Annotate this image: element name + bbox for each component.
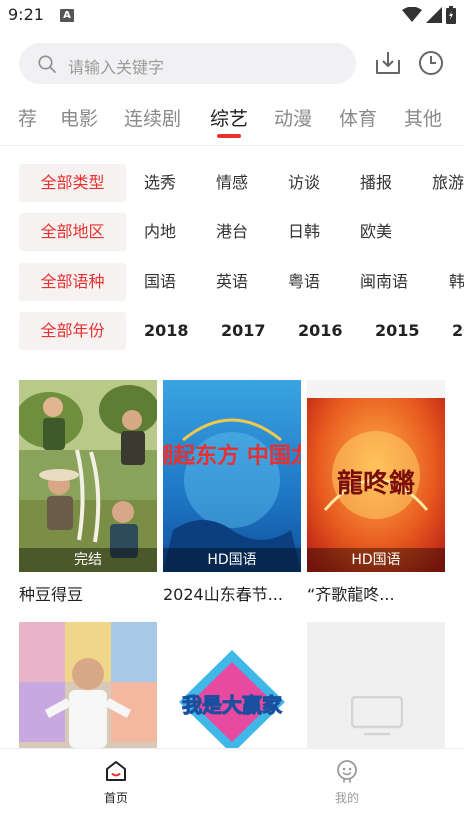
- filter-option[interactable]: 英语: [216, 263, 248, 301]
- video-poster[interactable]: 我是大赢家: [163, 622, 301, 748]
- signal-icon: [426, 7, 442, 23]
- filter-option[interactable]: 欧美: [360, 213, 392, 251]
- filter-option[interactable]: 旅游: [432, 164, 464, 202]
- filter-label-language[interactable]: 全部语种: [19, 263, 126, 301]
- nav-label: 我的: [334, 791, 359, 805]
- poster-text: 我是大赢家: [182, 693, 283, 717]
- filter-option[interactable]: 选秀: [144, 164, 176, 202]
- divider: [0, 145, 464, 146]
- tab-series[interactable]: 连续剧: [124, 104, 181, 131]
- filter-label-region[interactable]: 全部地区: [19, 213, 126, 251]
- filter-option[interactable]: 韩: [449, 263, 464, 301]
- poster-image: [19, 380, 157, 572]
- filter-label-year[interactable]: 全部年份: [19, 312, 126, 350]
- video-poster[interactable]: [19, 622, 157, 748]
- filter-option[interactable]: 国语: [144, 263, 176, 301]
- video-card-placeholder[interactable]: [307, 622, 445, 748]
- video-poster[interactable]: 潮起东方 中国龙 HD国语: [163, 380, 301, 572]
- filter-option[interactable]: 20: [452, 312, 464, 350]
- nav-home[interactable]: 首页: [76, 749, 156, 824]
- filter-row-language: 全部语种 国语 英语 粤语 闽南语 韩: [0, 263, 464, 301]
- video-card[interactable]: 潮起东方 中国龙 HD国语 2024山东春节...: [163, 380, 301, 610]
- video-card[interactable]: 完结 种豆得豆: [19, 380, 157, 610]
- tab-movie[interactable]: 电影: [60, 104, 98, 131]
- tab-other[interactable]: 其他: [404, 104, 442, 131]
- video-poster[interactable]: 龍咚鏘 HD国语: [307, 380, 445, 572]
- search-placeholder: 请输入关键字: [68, 58, 165, 77]
- filter-option[interactable]: 粤语: [288, 263, 320, 301]
- filter-option[interactable]: 情感: [216, 164, 248, 202]
- notification-icon: A: [60, 9, 74, 22]
- search-input[interactable]: 请输入关键字: [19, 43, 356, 84]
- filter-option[interactable]: 闽南语: [360, 263, 408, 301]
- video-card[interactable]: 龍咚鏘 HD国语 “齐歌龍咚...: [307, 380, 445, 610]
- nav-profile[interactable]: 我的: [307, 749, 387, 824]
- video-title[interactable]: 2024山东春节...: [163, 581, 301, 605]
- filter-option[interactable]: 访谈: [288, 164, 320, 202]
- filter-option[interactable]: 2017: [221, 312, 266, 350]
- active-tab-indicator: [217, 134, 241, 138]
- poster-image: 龍咚鏘: [307, 380, 445, 572]
- history-icon[interactable]: [417, 49, 445, 77]
- filter-row-type: 全部类型 选秀 情感 访谈 播报 旅游: [0, 164, 464, 202]
- download-icon[interactable]: [374, 49, 402, 77]
- filter-option[interactable]: 内地: [144, 213, 176, 251]
- filter-option[interactable]: 日韩: [288, 213, 320, 251]
- video-tag: HD国语: [307, 548, 445, 572]
- status-time: 9:21: [8, 5, 44, 24]
- status-icons: [402, 6, 456, 24]
- wifi-icon: [402, 7, 422, 22]
- filter-option[interactable]: 2015: [375, 312, 420, 350]
- poster-text: 潮起东方 中国龙: [163, 443, 301, 469]
- filter-option[interactable]: 播报: [360, 164, 392, 202]
- poster-text: 龍咚鏘: [337, 468, 415, 499]
- tv-icon: [351, 696, 403, 736]
- filter-option[interactable]: 2018: [144, 312, 189, 350]
- filter-option[interactable]: 港台: [216, 213, 248, 251]
- placeholder-poster: [307, 622, 445, 748]
- video-card[interactable]: [19, 622, 157, 748]
- nav-label: 首页: [103, 791, 128, 805]
- video-tag: 完结: [19, 548, 157, 572]
- battery-icon: [446, 6, 456, 24]
- tab-variety[interactable]: 综艺: [210, 104, 248, 131]
- poster-image: 我是大赢家: [163, 622, 301, 748]
- video-card[interactable]: 我是大赢家: [163, 622, 301, 748]
- filter-option[interactable]: 2016: [298, 312, 343, 350]
- filter-row-year: 全部年份 2018 2017 2016 2015 20: [0, 312, 464, 350]
- profile-icon: [337, 760, 357, 783]
- poster-image: [19, 622, 157, 748]
- tab-recommend[interactable]: 荐: [18, 104, 37, 131]
- filter-label-type[interactable]: 全部类型: [19, 164, 126, 202]
- filter-row-region: 全部地区 内地 港台 日韩 欧美: [0, 213, 464, 251]
- status-bar: 9:21 A: [0, 0, 464, 32]
- video-title[interactable]: “齐歌龍咚...: [307, 581, 445, 605]
- bottom-nav: 首页 我的: [0, 748, 464, 824]
- video-title[interactable]: 种豆得豆: [19, 581, 157, 605]
- tab-anime[interactable]: 动漫: [274, 104, 312, 131]
- search-icon: [38, 55, 56, 73]
- video-poster[interactable]: 完结: [19, 380, 157, 572]
- category-tabs: 荐 电影 连续剧 综艺 动漫 体育 其他: [0, 100, 464, 140]
- poster-image: 潮起东方 中国龙: [163, 380, 301, 572]
- home-icon: [106, 761, 126, 781]
- video-tag: HD国语: [163, 548, 301, 572]
- tab-sports[interactable]: 体育: [339, 104, 377, 131]
